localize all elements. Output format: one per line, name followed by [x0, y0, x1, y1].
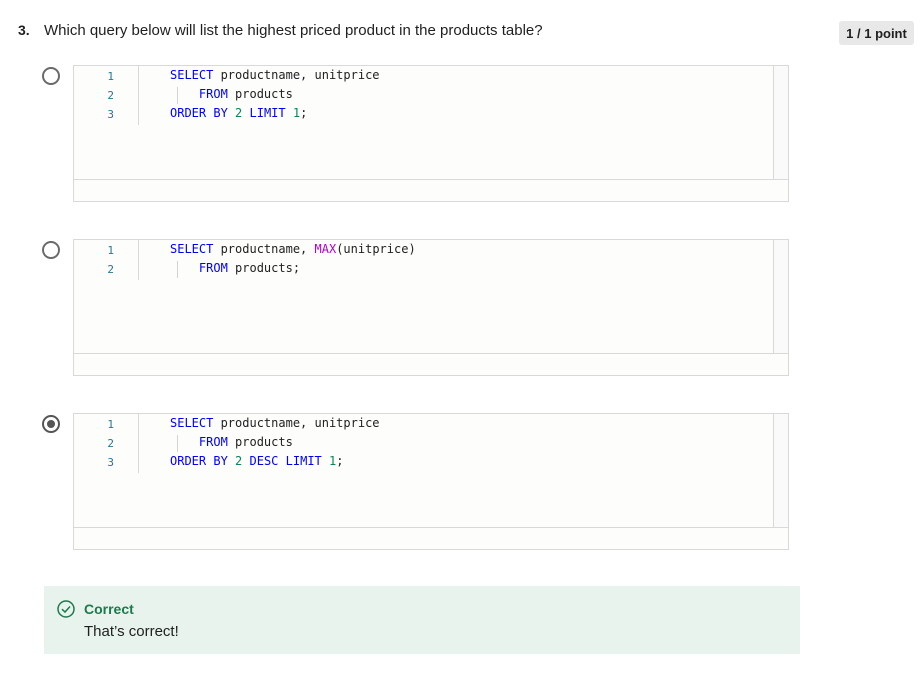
sql-keyword: LIMIT: [285, 454, 322, 468]
sql-keyword: ORDER BY: [170, 454, 228, 468]
line-number: 3: [107, 108, 114, 121]
sql-keyword: LIMIT: [249, 106, 286, 120]
sql-keyword: FROM: [198, 261, 228, 275]
check-circle-icon: [57, 600, 75, 618]
line-number: 2: [107, 89, 114, 102]
code-text: productname, unitprice: [213, 416, 380, 430]
sql-keyword: ORDER BY: [170, 106, 228, 120]
feedback-panel: Correct That’s correct!: [44, 586, 800, 654]
code-line: SELECT productname, unitprice: [170, 416, 380, 430]
code-text: ;: [300, 106, 308, 120]
code-text: products;: [227, 261, 301, 275]
code-text: products: [227, 435, 293, 449]
feedback-text: That’s correct!: [84, 623, 179, 640]
sql-number: 1: [292, 106, 301, 120]
sql-keyword: SELECT: [170, 242, 214, 256]
radio-dot: [47, 420, 55, 428]
radio-button[interactable]: [42, 241, 60, 259]
gutter-divider: [138, 414, 139, 473]
line-number: 1: [107, 418, 114, 431]
code-editor: 1 2 3 SELECT productname, unitprice FROM pr…: [73, 413, 789, 550]
code-text: (unitprice): [336, 242, 416, 256]
feedback-title: Correct: [84, 601, 134, 617]
radio-button[interactable]: [42, 67, 60, 85]
code-line: SELECT productname, MAX(unitprice): [170, 242, 416, 256]
sql-keyword: DESC: [249, 454, 279, 468]
sql-keyword: SELECT: [170, 68, 214, 82]
question-text: Which query below will list the highest …: [44, 22, 543, 39]
code-text: products: [227, 87, 293, 101]
code-text: productname,: [213, 242, 315, 256]
radio-selected[interactable]: [42, 415, 60, 433]
sql-keyword: FROM: [198, 87, 228, 101]
editor-footer: [74, 353, 788, 375]
code-line: SELECT productname, unitprice: [170, 68, 380, 82]
sql-function: MAX: [314, 242, 337, 256]
question-number: 3.: [18, 22, 30, 38]
line-number: 2: [107, 437, 114, 450]
code-line: FROM products;: [170, 261, 300, 275]
code-text: productname, unitprice: [213, 68, 380, 82]
code-line: FROM products: [170, 435, 293, 449]
line-number: 1: [107, 244, 114, 257]
line-number: 2: [107, 263, 114, 276]
editor-scrollbar[interactable]: [773, 240, 788, 356]
sql-keyword: SELECT: [170, 416, 214, 430]
code-text: ;: [336, 454, 344, 468]
editor-scrollbar[interactable]: [773, 414, 788, 530]
code-line: ORDER BY 2 DESC LIMIT 1;: [170, 454, 343, 468]
code-line: ORDER BY 2 LIMIT 1;: [170, 106, 307, 120]
line-number: 1: [107, 70, 114, 83]
code-editor: 1 2 SELECT productname, MAX(unitprice) FRO…: [73, 239, 789, 376]
editor-footer: [74, 527, 788, 549]
code-line: FROM products: [170, 87, 293, 101]
line-number: 3: [107, 456, 114, 469]
gutter-divider: [138, 66, 139, 125]
score-badge: 1 / 1 point: [839, 21, 914, 45]
editor-scrollbar[interactable]: [773, 66, 788, 182]
sql-keyword: FROM: [198, 435, 228, 449]
editor-footer: [74, 179, 788, 201]
code-editor: 1 2 3 SELECT productname, unitprice FROM pr…: [73, 65, 789, 202]
gutter-divider: [138, 240, 139, 280]
